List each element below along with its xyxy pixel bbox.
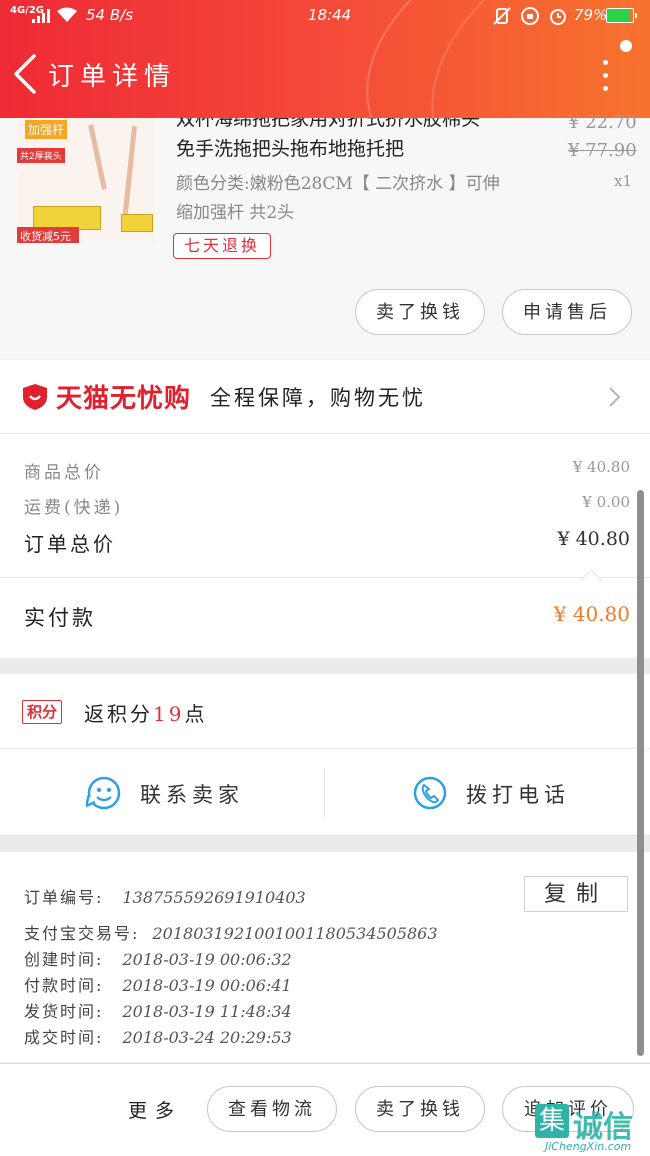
product-sku: 颜色分类:嫩粉色28CM【 二次挤水 】可伸 缩加强杆 共2头 [176,170,556,228]
mute-icon [492,6,512,26]
after-sale-button[interactable]: 申请售后 [502,289,632,335]
chat-smiley-icon [84,775,122,811]
section-gap [0,836,650,852]
image-badge: 收货减5元 [17,227,79,243]
rotation-lock-icon [520,6,540,26]
image-badge: 加强杆 [25,120,68,139]
product-name-line: 免手洗拖把头拖布地拖托把 [176,138,405,160]
order-number-row: 订单编号: 138755592691910403 [24,884,306,908]
notification-dot [620,40,632,52]
created-time-label: 创建时间: [24,950,104,969]
phone-icon [412,775,448,811]
sku-line: 缩加强杆 共2头 [176,203,295,223]
section-gap [0,658,650,674]
order-number-value: 138755592691910403 [122,888,306,907]
clock: 18:44 [308,6,352,24]
shipping-label: 运费(快递) [24,498,124,518]
divider [0,577,650,578]
scrollbar[interactable] [637,490,644,1056]
network-speed: 54 B/s [86,6,134,24]
more-actions-link[interactable]: 更多 [128,1096,182,1123]
points-suffix: 点 [184,702,208,726]
page-title: 订单详情 [48,62,177,92]
battery-icon [606,8,637,23]
paid-time-label: 付款时间: [24,976,104,995]
product-name-line: 双杯海绵拖把家用对折式挤水胶棉头 [176,118,481,130]
status-bar: 4G/2G 54 B/s 18:44 79% [0,0,650,32]
alipay-number-label: 支付宝交易号: [24,924,140,943]
shipping-value: ¥ 0.00 [582,493,630,511]
paid-label: 实付款 [24,606,96,630]
app-header: 4G/2G 54 B/s 18:44 79% 订单详情 [0,0,650,118]
call-phone-button[interactable]: 拨打电话 [466,779,570,809]
view-logistics-button[interactable]: 查看物流 [207,1086,337,1132]
contact-row: 联系卖家 拨打电话 [0,749,650,836]
order-total-value: ¥ 40.80 [557,528,630,550]
signal-icon [32,9,50,23]
points-text: 返积分19点 [84,698,207,727]
battery-percent: 79% [574,6,608,24]
completed-time-row: 成交时间: 2018-03-24 20:29:53 [24,1024,292,1048]
completed-time-value: 2018-03-24 20:29:53 [122,1028,292,1047]
product-quantity: x1 [614,172,633,190]
sell-for-cash-button[interactable]: 卖了换钱 [355,1086,485,1132]
alipay-number-row: 支付宝交易号: 2018031921001001180534505863 [24,920,438,944]
alarm-icon [548,6,568,26]
created-time-row: 创建时间: 2018-03-19 00:06:32 [24,946,292,970]
dot-icon [603,60,608,65]
paid-time-value: 2018-03-19 00:06:41 [122,976,292,995]
shipped-time-label: 发货时间: [24,1002,104,1021]
completed-time-label: 成交时间: [24,1028,104,1047]
points-row: 积分 返积分19点 [0,674,650,749]
sku-line: 颜色分类:嫩粉色28CM【 二次挤水 】可伸 [176,174,500,194]
tmall-brand: 天猫无忧购 [56,384,192,414]
paid-time-row: 付款时间: 2018-03-19 00:06:41 [24,972,292,996]
back-button[interactable] [8,52,44,96]
paid-amount: ¥ 40.80 [553,602,630,626]
wifi-icon [56,7,78,23]
copy-button[interactable]: 复制 [524,876,628,912]
divider [324,769,325,817]
sell-for-cash-button[interactable]: 卖了换钱 [355,289,485,335]
price-summary: 商品总价 ¥ 40.80 运费(快递) ¥ 0.00 订单总价 ¥ 40.80 … [0,434,650,658]
tmall-guarantee-banner[interactable]: 天猫无忧购 全程保障，购物无忧 [0,360,650,434]
tmall-shield-icon [21,383,49,411]
points-prefix: 返积分 [84,702,153,726]
chevron-left-icon [14,54,36,94]
alipay-number-value: 2018031921001001180534505863 [152,924,438,943]
created-time-value: 2018-03-19 00:06:32 [122,950,292,969]
chevron-right-icon [604,384,624,410]
battery-fill [608,10,629,21]
order-total-label: 订单总价 [24,532,116,556]
order-info: 订单编号: 138755592691910403 复制 支付宝交易号: 2018… [0,852,650,1062]
original-price: ¥ 77.90 [568,140,637,161]
more-options-button[interactable] [590,56,620,96]
product-name[interactable]: 双杯海绵拖把家用对折式挤水胶棉头 免手洗拖把头拖布地拖托把 [176,118,546,164]
watermark-logo: 集 诚信 JiChengXin.com [533,1102,645,1153]
points-badge: 积分 [22,700,63,724]
caret-up-icon [579,566,603,582]
dot-icon [603,86,608,91]
watermark-box: 集 [535,1104,569,1138]
product-image[interactable]: 加强杆 共2厚装头 收货减5元 [17,118,155,243]
dot-icon [603,73,608,78]
goods-total-label: 商品总价 [24,463,104,483]
watermark-url: JiChengXin.com [545,1140,632,1153]
goods-total-value: ¥ 40.80 [572,458,630,476]
product-price: ¥ 22.70 [568,112,637,133]
shipped-time-row: 发货时间: 2018-03-19 11:48:34 [24,998,292,1022]
order-number-label: 订单编号: [24,888,104,907]
contact-seller-button[interactable]: 联系卖家 [140,779,244,809]
image-badge: 共2厚装头 [17,148,65,163]
return-policy-tag: 七天退换 [173,233,272,259]
product-section: 加强杆 共2厚装头 收货减5元 双杯海绵拖把家用对折式挤水胶棉头 免手洗拖把头拖… [0,112,650,358]
shipped-time-value: 2018-03-19 11:48:34 [122,1002,292,1021]
tmall-slogan: 全程保障，购物无忧 [210,386,426,410]
points-value: 19 [153,702,185,726]
